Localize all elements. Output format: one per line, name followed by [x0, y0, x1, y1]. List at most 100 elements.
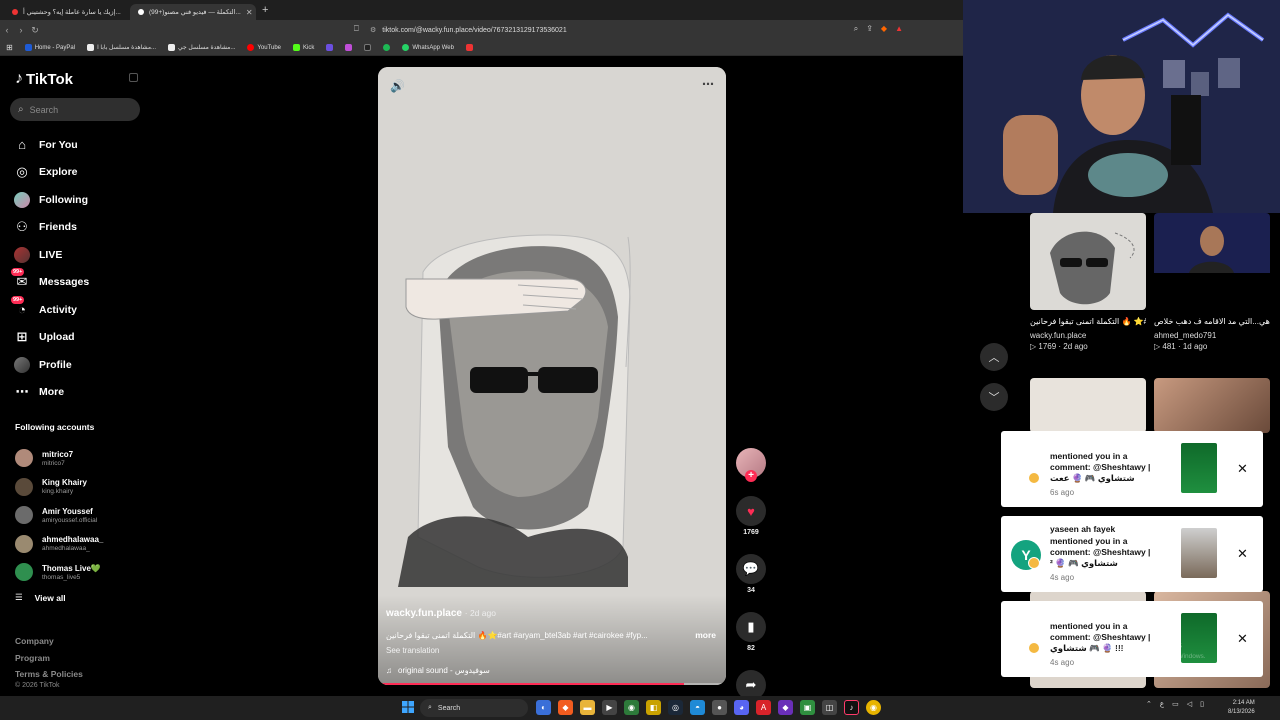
- previous-video-button[interactable]: ︿: [980, 343, 1008, 371]
- footer-company[interactable]: Company: [15, 633, 83, 650]
- nav-explore[interactable]: ◎ Explore: [14, 159, 144, 187]
- nav-activity[interactable]: ◔ 99+ Activity: [11, 295, 144, 324]
- volume-tray-icon[interactable]: ◁: [1187, 700, 1192, 708]
- like-button[interactable]: ♥: [736, 496, 766, 526]
- taskbar-search[interactable]: ⌕ Search: [420, 699, 528, 717]
- save-button[interactable]: ▮: [736, 612, 766, 642]
- network-icon[interactable]: ▭: [1172, 700, 1179, 708]
- see-translation-link[interactable]: See translation: [386, 646, 439, 655]
- bookmark-kick[interactable]: Kick: [293, 44, 314, 51]
- app-icon[interactable]: ◫: [822, 700, 837, 715]
- chrome-icon[interactable]: ◉: [866, 700, 881, 715]
- close-icon[interactable]: ✕: [1237, 631, 1248, 647]
- tiktok-app-icon[interactable]: ♪: [844, 700, 859, 715]
- volume-icon[interactable]: 🔊: [390, 79, 405, 93]
- battery-icon[interactable]: ▯: [1200, 700, 1204, 708]
- search-box[interactable]: ⌕: [10, 98, 140, 121]
- reload-icon[interactable]: ↻: [28, 25, 42, 36]
- windows-start-icon[interactable]: [402, 701, 414, 713]
- steam-icon[interactable]: ◎: [668, 700, 683, 715]
- app-icon[interactable]: ◧: [646, 700, 661, 715]
- system-clock[interactable]: 2:14 AM 8/13/2026: [1228, 699, 1255, 717]
- brave-icon[interactable]: ◆: [558, 700, 573, 715]
- copilot-icon[interactable]: ◐: [536, 700, 551, 715]
- suggested-video-card[interactable]: مكالمه تاريخيه من المصيف شاهي...التي مد …: [1154, 213, 1270, 351]
- footer-program[interactable]: Program: [15, 650, 83, 667]
- caption-more-button[interactable]: more: [695, 630, 716, 640]
- follow-plus-icon[interactable]: +: [745, 470, 757, 482]
- video-options-icon[interactable]: ⋯: [702, 77, 714, 91]
- bookmark-icon[interactable]: [465, 44, 473, 51]
- adobe-icon[interactable]: A: [756, 700, 771, 715]
- browser-tab-active[interactable]: (99+)التكملة — فيديو فني مصنو... ✕: [130, 4, 256, 20]
- bookmark-series-1[interactable]: مشاهدة مسلسل بابا ا...: [87, 44, 156, 51]
- new-tab-icon[interactable]: +: [262, 4, 268, 16]
- edge-icon[interactable]: ◓: [690, 700, 705, 715]
- mention-notification[interactable]: mentioned you in a comment: @Sheshtawy |…: [1001, 431, 1263, 507]
- mention-notification[interactable]: Y yaseen ah fayek mentioned you in a com…: [1001, 516, 1263, 592]
- nav-friends[interactable]: ⚇ Friends: [14, 214, 144, 242]
- bookmark-star-icon[interactable]: ⎕: [354, 24, 359, 34]
- bookmark-series-2[interactable]: مشاهدة مسلسل جي...: [168, 44, 235, 51]
- brave-shield-icon[interactable]: ◆: [881, 24, 887, 34]
- next-video-button[interactable]: ﹀: [980, 383, 1008, 411]
- suggested-video-card[interactable]: التكملة اتمنى تبقوا فرحانين 🔥 ⭐#art #ary…: [1030, 213, 1146, 351]
- app-icon[interactable]: ▣: [800, 700, 815, 715]
- file-explorer-icon[interactable]: ▬: [580, 700, 595, 715]
- spotify-icon[interactable]: [383, 44, 391, 51]
- forward-icon[interactable]: ›: [14, 25, 28, 35]
- view-all-button[interactable]: ☰ View all: [15, 592, 66, 603]
- account-item[interactable]: Amir Youssef amiryoussef.official: [15, 501, 145, 530]
- app-icon[interactable]: ◆: [778, 700, 793, 715]
- nav-upload[interactable]: ⊞ Upload: [14, 324, 144, 352]
- nav-profile[interactable]: Profile: [14, 351, 144, 379]
- discord-icon[interactable]: ◕: [734, 700, 749, 715]
- video-progress-bar[interactable]: [378, 683, 726, 685]
- brave-rewards-icon[interactable]: ▲: [895, 24, 903, 34]
- account-item[interactable]: Thomas Live💚 thomas_live5: [15, 558, 145, 587]
- tab-close-icon[interactable]: ✕: [246, 8, 253, 17]
- nav-following[interactable]: Following: [14, 186, 144, 214]
- tiktok-logo[interactable]: ♪ TikTok: [15, 70, 73, 88]
- back-icon[interactable]: ‹: [0, 25, 14, 35]
- search-input[interactable]: [29, 104, 130, 115]
- bookmark-whatsapp[interactable]: WhatsApp Web: [402, 44, 454, 51]
- url-field[interactable]: ⚙ tiktok.com/@wacky.fun.place/video/7673…: [370, 24, 910, 36]
- suggested-video-card[interactable]: [1154, 378, 1270, 433]
- account-item[interactable]: King Khairy king.khairy: [15, 473, 145, 502]
- nav-more[interactable]: ⋯ More: [14, 379, 144, 407]
- suggested-video-card[interactable]: [1030, 378, 1146, 433]
- bookmark-icon[interactable]: [326, 44, 334, 51]
- creator-avatar[interactable]: +: [736, 448, 766, 482]
- language-icon[interactable]: ع: [1160, 700, 1164, 708]
- footer-terms[interactable]: Terms & Policies: [15, 666, 83, 683]
- bookmark-youtube[interactable]: YouTube: [247, 44, 281, 51]
- browser-tab[interactable]: إزيك يا سارة عاملة إيه؟ وحشتيني أ...: [4, 4, 130, 20]
- tiktok-bookmark-icon[interactable]: [364, 44, 372, 51]
- nav-for-you[interactable]: ⌂ For You: [14, 131, 144, 159]
- video-player[interactable]: 🔊 ⋯ wacky.fun.place · 2d ago التكملة اتم…: [378, 67, 726, 685]
- media-icon[interactable]: ▶: [602, 700, 617, 715]
- apps-grid-icon[interactable]: ⊞: [6, 43, 13, 52]
- suggested-author[interactable]: ahmed_medo791: [1154, 331, 1270, 340]
- mention-notification[interactable]: mentioned you in a comment: @Sheshtawy |…: [1001, 601, 1263, 677]
- collapse-sidebar-icon[interactable]: [129, 73, 138, 82]
- close-icon[interactable]: ✕: [1237, 461, 1248, 477]
- video-sound[interactable]: ♫ original sound - سوفيدوس: [386, 666, 490, 675]
- close-icon[interactable]: ✕: [1237, 546, 1248, 562]
- account-item[interactable]: ahmedhalawaa_ ahmedhalawaa_: [15, 530, 145, 559]
- bookmark-icon[interactable]: [345, 44, 353, 51]
- site-info-icon[interactable]: ⚙: [370, 26, 376, 34]
- nav-live[interactable]: LIVE: [14, 241, 144, 269]
- share-icon[interactable]: ⇪: [866, 24, 873, 34]
- account-item[interactable]: mitrico7 mitrico7: [15, 444, 145, 473]
- zoom-icon[interactable]: ⌕: [854, 24, 858, 34]
- tray-chevron-icon[interactable]: ⌃: [1146, 700, 1152, 708]
- video-author[interactable]: wacky.fun.place · 2d ago: [386, 608, 496, 619]
- comment-button[interactable]: 💬: [736, 554, 766, 584]
- obs-icon[interactable]: ●: [712, 700, 727, 715]
- bookmark-paypal[interactable]: Home - PayPal: [24, 44, 75, 51]
- chrome-dev-icon[interactable]: ◉: [624, 700, 639, 715]
- nav-messages[interactable]: ✉ 99+ Messages: [11, 268, 144, 297]
- suggested-author[interactable]: wacky.fun.place: [1030, 331, 1146, 340]
